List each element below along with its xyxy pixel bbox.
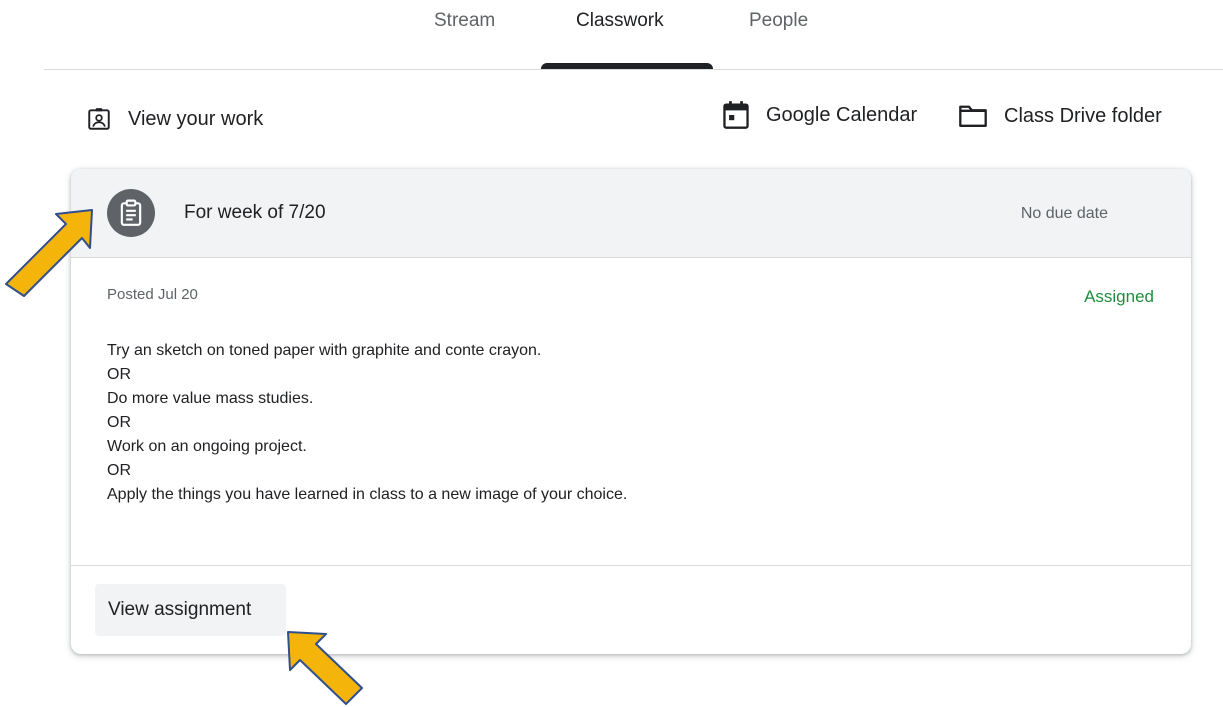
google-calendar-label: Google Calendar [766,103,918,126]
description-line: Try an sketch on toned paper with graphi… [107,342,542,359]
calendar-icon [722,100,750,130]
assignment-title: For week of 7/20 [184,202,326,223]
assignment-card: For week of 7/20 No due date Posted Jul … [71,169,1191,654]
assignment-header[interactable]: For week of 7/20 No due date [71,169,1191,258]
assignment-description: Try an sketch on toned paper with graphi… [107,339,1147,507]
tab-people[interactable]: People [749,10,808,32]
assignment-ind-icon [86,106,112,132]
card-divider [71,565,1191,566]
tab-stream[interactable]: Stream [434,10,495,32]
assignment-icon [107,189,155,237]
description-line: OR [107,414,131,431]
arrow-pointer-icon [287,631,363,705]
description-line: Apply the things you have learned in cla… [107,486,628,503]
description-line: Work on an ongoing project. [107,438,307,455]
description-line: OR [107,462,131,479]
class-drive-folder-label: Class Drive folder [1004,104,1162,127]
arrow-pointer-icon [5,209,93,297]
google-calendar-button[interactable]: Google Calendar [722,100,917,130]
description-line: Do more value mass studies. [107,390,314,407]
class-drive-folder-button[interactable]: Class Drive folder [958,103,1162,129]
folder-icon [958,103,988,129]
tab-classwork[interactable]: Classwork [576,10,664,32]
description-line: OR [107,366,131,383]
view-your-work-button[interactable]: View your work [86,106,263,132]
view-your-work-label: View your work [128,107,264,130]
nav-divider [44,69,1223,70]
due-date: No due date [1020,205,1108,222]
status-badge: Assigned [1084,287,1154,306]
view-assignment-button[interactable]: View assignment [95,584,286,636]
posted-date: Posted Jul 20 [107,286,198,303]
top-nav: Stream Classwork People [0,0,1223,70]
